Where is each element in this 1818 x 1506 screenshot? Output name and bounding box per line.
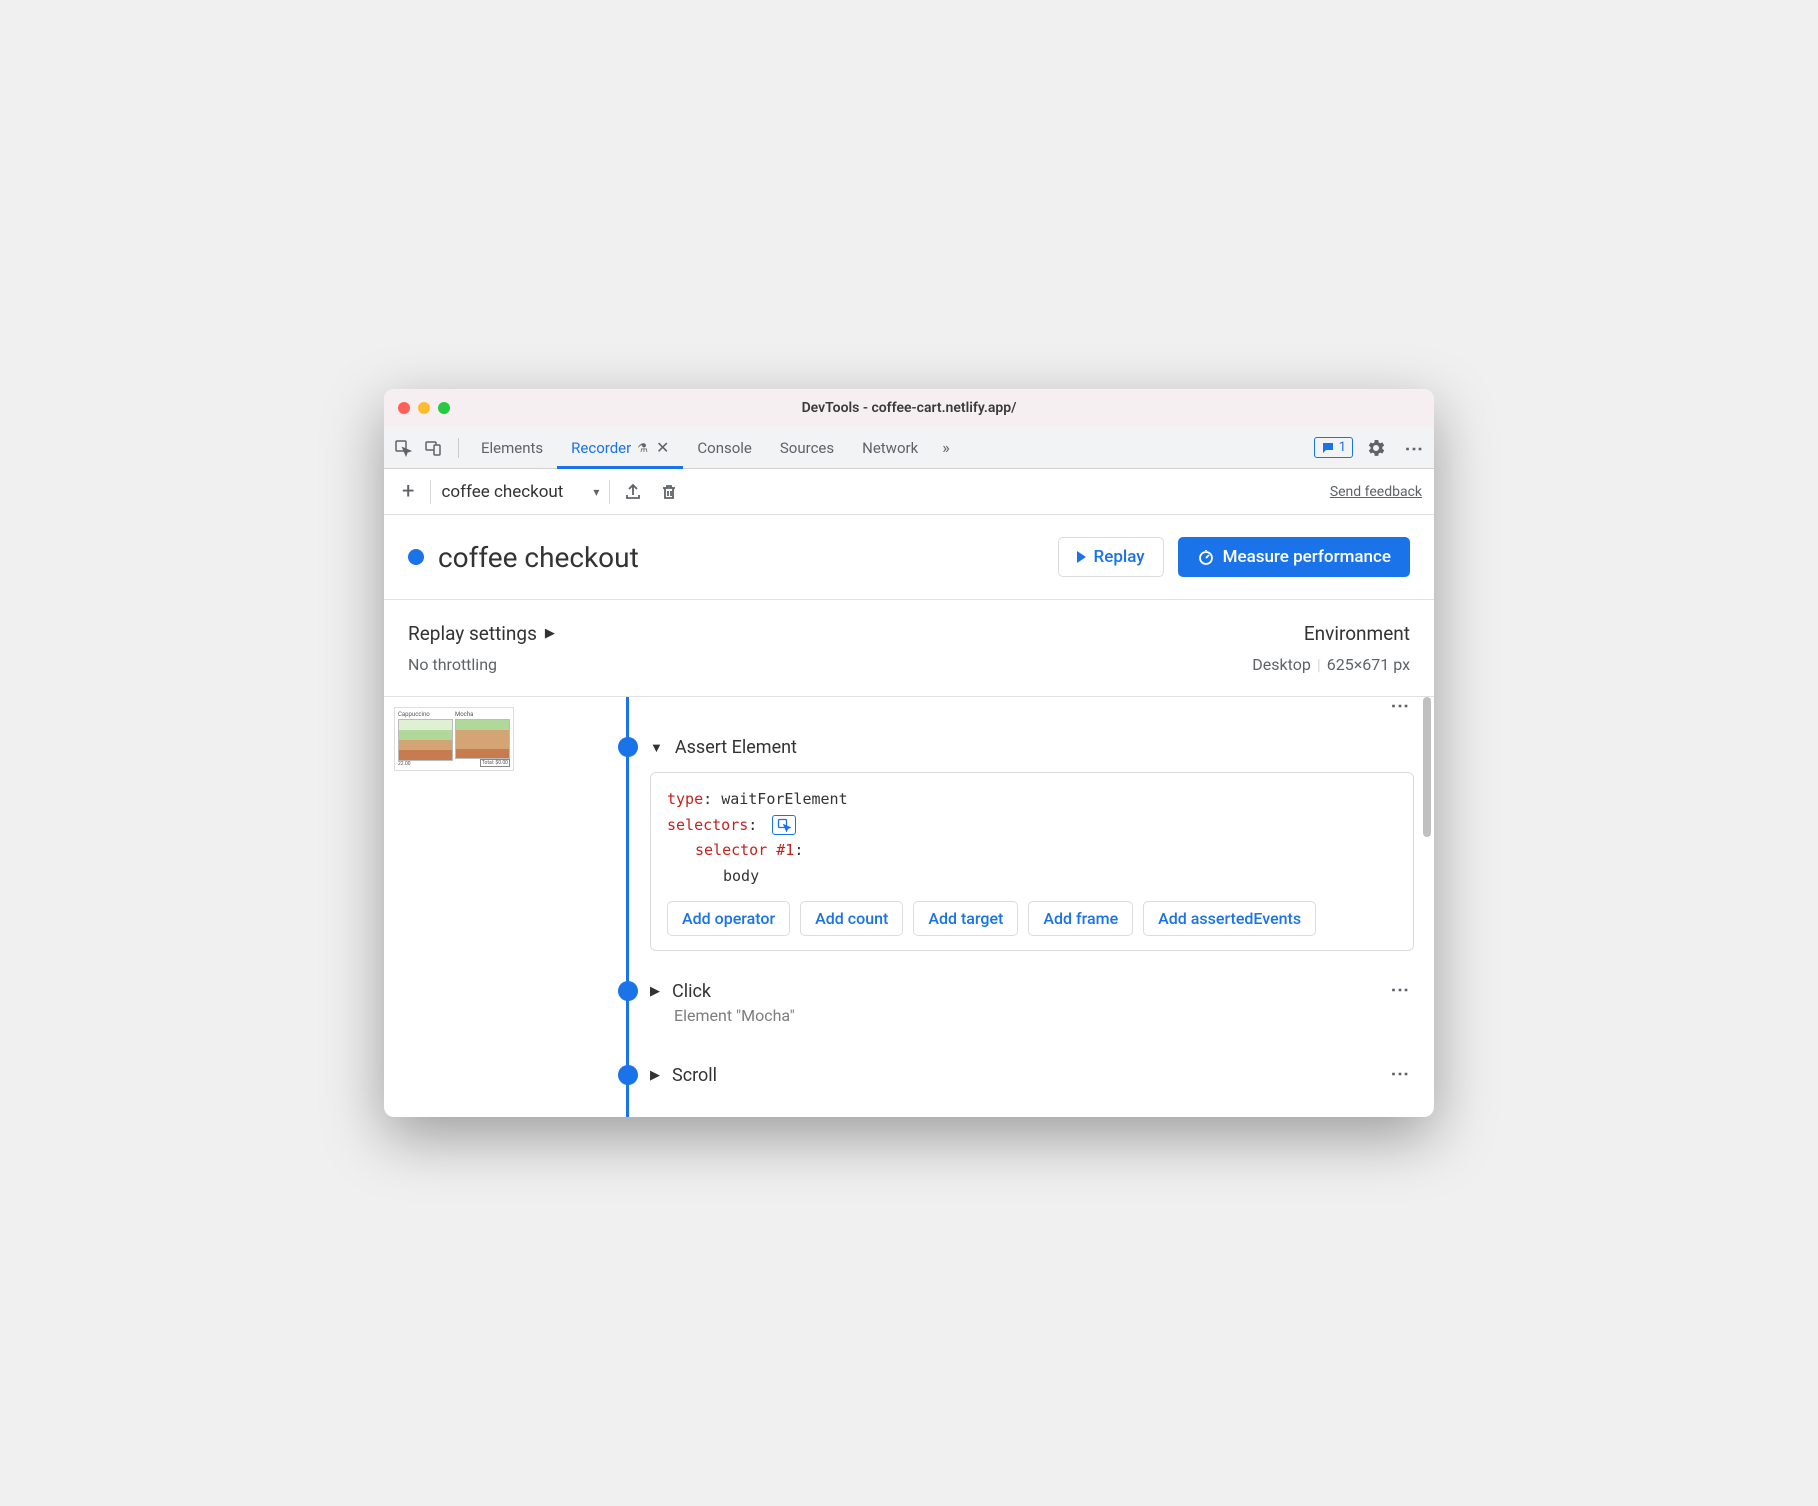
throttling-label: No throttling	[408, 655, 555, 674]
more-tabs-button[interactable]: »	[932, 438, 960, 457]
tab-recorder[interactable]: Recorder ⚗ ✕	[557, 427, 683, 469]
recording-header: coffee checkout Replay Measure performan…	[384, 515, 1434, 600]
recorder-toolbar: + coffee checkout ▾ Send feedback	[384, 469, 1434, 515]
more-options-icon[interactable]: ⋮	[1399, 436, 1428, 460]
add-count-button[interactable]: Add count	[800, 901, 903, 936]
inspect-element-icon[interactable]	[390, 435, 416, 461]
divider	[458, 438, 459, 458]
thumbnail-column: Cappuccino 22.00 Mocha Total: $0.00	[384, 697, 514, 1117]
play-icon	[1077, 551, 1086, 563]
feedback-link[interactable]: Send feedback	[1330, 484, 1422, 500]
step-thumbnail[interactable]: Cappuccino 22.00 Mocha Total: $0.00	[394, 707, 514, 771]
step-menu-icon[interactable]: ⋮	[1389, 1065, 1410, 1079]
devtools-tabbar: Elements Recorder ⚗ ✕ Console Sources Ne…	[384, 427, 1434, 469]
flask-icon: ⚗	[637, 441, 648, 455]
tab-console[interactable]: Console	[683, 427, 766, 469]
step-scroll: ▶ Scroll ⋮	[614, 1065, 1414, 1086]
recording-dropdown[interactable]: coffee checkout ▾	[441, 482, 599, 502]
maximize-window-button[interactable]	[438, 402, 450, 414]
recording-status-dot	[408, 549, 424, 565]
window-title: DevTools - coffee-cart.netlify.app/	[802, 400, 1017, 416]
badge-count: 1	[1339, 440, 1346, 455]
divider	[430, 480, 431, 504]
steps-area: Cappuccino 22.00 Mocha Total: $0.00 ▼ As…	[384, 697, 1434, 1117]
step-title[interactable]: Assert Element	[675, 737, 797, 758]
environment-details: Desktop|625×671 px	[1252, 655, 1410, 674]
tab-sources[interactable]: Sources	[766, 427, 848, 469]
tab-elements[interactable]: Elements	[467, 427, 557, 469]
add-frame-button[interactable]: Add frame	[1028, 901, 1133, 936]
settings-row: Replay settings ▶ No throttling Environm…	[384, 600, 1434, 697]
new-recording-button[interactable]: +	[396, 479, 420, 504]
recording-name: coffee checkout	[441, 482, 563, 502]
caret-down-icon[interactable]: ▼	[650, 740, 663, 756]
step-click: ▶ Click Element "Mocha" ⋮	[614, 981, 1414, 1025]
caret-right-icon[interactable]: ▶	[650, 1068, 660, 1083]
step-assert-element: ▼ Assert Element ⋮ type: waitForElement …	[614, 697, 1414, 951]
step-menu-icon[interactable]: ⋮	[1389, 981, 1410, 995]
replay-settings-toggle[interactable]: Replay settings ▶	[408, 622, 555, 645]
measure-performance-button[interactable]: Measure performance	[1178, 537, 1410, 577]
messages-badge[interactable]: 1	[1314, 437, 1353, 458]
replay-button[interactable]: Replay	[1058, 537, 1164, 577]
step-dot	[618, 737, 638, 757]
recording-title: coffee checkout	[438, 541, 639, 574]
step-dot	[618, 1065, 638, 1085]
add-target-button[interactable]: Add target	[913, 901, 1018, 936]
close-tab-icon[interactable]: ✕	[656, 438, 669, 457]
element-picker-icon[interactable]	[772, 815, 796, 835]
add-assertedevents-button[interactable]: Add assertedEvents	[1143, 901, 1316, 936]
add-operator-button[interactable]: Add operator	[667, 901, 790, 936]
window-titlebar: DevTools - coffee-cart.netlify.app/	[384, 389, 1434, 427]
step-dot	[618, 981, 638, 1001]
step-subtitle: Element "Mocha"	[674, 1006, 1414, 1025]
chevron-down-icon: ▾	[593, 485, 599, 499]
settings-icon[interactable]	[1363, 435, 1389, 461]
step-title[interactable]: Scroll	[672, 1065, 717, 1086]
step-menu-icon[interactable]: ⋮	[1389, 697, 1410, 711]
delete-icon[interactable]	[656, 483, 682, 501]
environment-title: Environment	[1252, 622, 1410, 645]
tab-network[interactable]: Network	[848, 427, 932, 469]
minimize-window-button[interactable]	[418, 402, 430, 414]
caret-right-icon[interactable]: ▶	[650, 984, 660, 999]
device-toolbar-icon[interactable]	[420, 435, 446, 461]
divider	[609, 480, 610, 504]
export-icon[interactable]	[620, 483, 646, 501]
scrollbar[interactable]	[1423, 697, 1431, 837]
step-body: type: waitForElement selectors: selector…	[650, 772, 1414, 951]
caret-right-icon: ▶	[545, 626, 555, 641]
close-window-button[interactable]	[398, 402, 410, 414]
step-title[interactable]: Click	[672, 981, 711, 1002]
